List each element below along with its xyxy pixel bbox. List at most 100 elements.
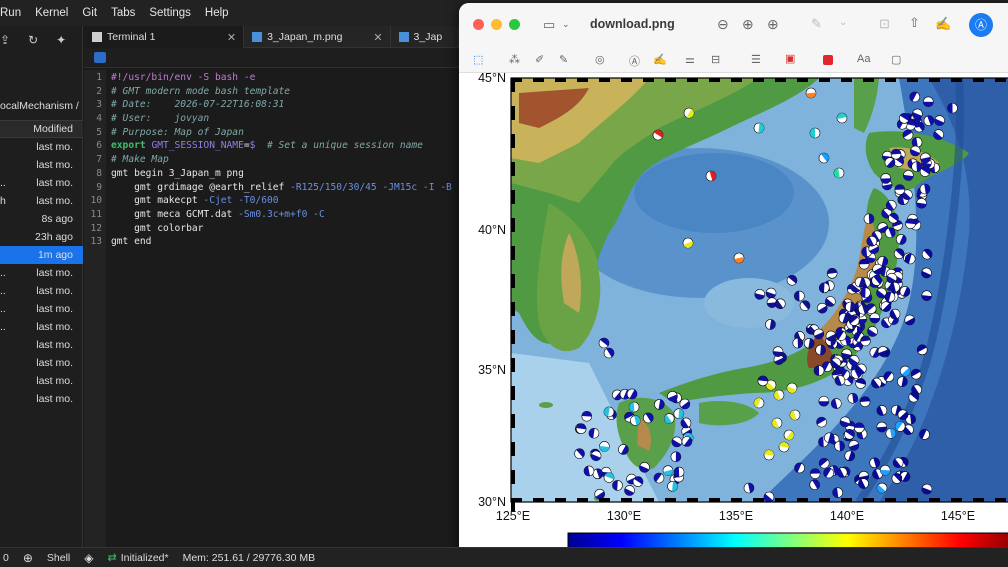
beachball-marker	[916, 344, 928, 356]
share-icon[interactable]: ⇧	[909, 15, 920, 31]
markup-pen-icon[interactable]: ✎	[811, 16, 822, 32]
beachball-marker	[763, 491, 775, 502]
instant-alpha-icon[interactable]: ⁂	[509, 53, 520, 66]
text-style-icon[interactable]: Aa	[857, 53, 870, 65]
chevron-down-icon[interactable]: ⌄	[562, 19, 570, 30]
menu-tabs[interactable]: Tabs	[111, 7, 135, 19]
code-editor[interactable]: 1 #!/usr/bin/env -S bash -e 2 # GMT modern …	[84, 72, 459, 250]
frame-tick	[599, 498, 610, 502]
file-list-item[interactable]: last mo.	[0, 354, 83, 372]
file-name: ..	[0, 267, 6, 279]
file-list-item[interactable]: last mo.	[0, 138, 83, 156]
menu-run[interactable]: Run	[0, 7, 21, 19]
line-number: 4	[96, 113, 102, 125]
globe-icon[interactable]: ⊕	[23, 551, 33, 565]
note-icon[interactable]: ▢	[891, 53, 901, 66]
frame-tick	[533, 498, 544, 502]
kernel-name[interactable]: Shell	[47, 552, 70, 564]
sketch-icon[interactable]: ✐	[535, 53, 544, 66]
shapes-icon[interactable]: ◎	[595, 53, 605, 66]
beachball-marker	[909, 91, 921, 103]
markup-toolbar: ⬚ ⁂ ✐ ✎ ◎ Ⓐ ✍ ⚌ ⊟ ☰ ▣ Aa ▢	[459, 47, 1008, 73]
file-list-item[interactable]: h last mo.	[0, 192, 83, 210]
tab-terminal[interactable]: Terminal 1 ✕	[84, 26, 245, 48]
refresh-icon[interactable]: ↻	[28, 33, 38, 47]
file-list-item[interactable]: .. last mo.	[0, 282, 83, 300]
list-icon[interactable]	[94, 52, 106, 63]
close-icon[interactable]: ✕	[227, 31, 236, 44]
maximize-window-button[interactable]	[509, 19, 520, 30]
code-line: 9 gmt grdimage @earth_relief -R125/150/3…	[84, 182, 459, 196]
beachball-marker	[592, 468, 604, 480]
frame-tick	[995, 78, 1006, 82]
shape-style-icon[interactable]: ☰	[751, 53, 761, 66]
beachball-marker	[599, 441, 610, 452]
zoom-in-icon[interactable]: ⊕	[742, 16, 754, 33]
git-clone-icon[interactable]: ✦	[56, 33, 66, 47]
close-window-button[interactable]	[473, 19, 484, 30]
tab-image[interactable]: 3_Japan_m.png ✕	[244, 26, 391, 48]
frame-tick	[577, 498, 588, 502]
border-color-icon[interactable]: ▣	[785, 52, 795, 65]
beachball-marker	[888, 212, 899, 224]
frame-tick	[511, 358, 515, 372]
terminal-count: 0	[3, 551, 9, 564]
minimize-window-button[interactable]	[491, 19, 502, 30]
beachball-marker	[858, 478, 869, 489]
crop-icon[interactable]: ⊡	[879, 16, 890, 32]
lon-label: 125°E	[496, 509, 530, 523]
beachball-marker	[757, 375, 769, 387]
file-list-item[interactable]: 8s ago	[0, 210, 83, 228]
beachball-marker	[792, 337, 804, 349]
breadcrumb[interactable]: ocalMechanism /	[0, 100, 83, 112]
menu-help[interactable]: Help	[205, 7, 229, 19]
file-list-item[interactable]: last mo.	[0, 156, 83, 174]
signature-icon[interactable]: ✍	[935, 16, 951, 32]
zoom-out-icon[interactable]: ⊖	[717, 16, 729, 33]
zoom-fit-icon[interactable]: ⊕	[767, 16, 779, 33]
beachball-marker	[830, 357, 842, 369]
beachball-marker	[908, 391, 920, 403]
code-text: # Make Map	[111, 154, 169, 166]
file-list-item[interactable]: .. last mo.	[0, 264, 83, 282]
beachball-marker	[866, 235, 878, 247]
rect-select-icon[interactable]: ⬚	[473, 53, 483, 66]
beachball-marker	[885, 200, 897, 211]
text-box-icon[interactable]: Ⓐ	[629, 53, 640, 69]
file-list-item[interactable]: .. last mo.	[0, 318, 83, 336]
adjust-color-icon[interactable]: ⚌	[685, 53, 695, 66]
code-line: 13 gmt end	[84, 236, 459, 250]
file-list-item[interactable]: last mo.	[0, 390, 83, 408]
tab-image[interactable]: 3_Jap	[391, 26, 460, 48]
file-list-item[interactable]: 1m ago	[0, 246, 83, 264]
adjust-size-icon[interactable]: ⊟	[711, 53, 720, 66]
menu-kernel[interactable]: Kernel	[35, 7, 68, 19]
beachball-marker	[867, 326, 878, 337]
sidebar-toggle-icon[interactable]: ▭	[543, 17, 555, 33]
beachball-marker	[863, 213, 875, 225]
close-icon[interactable]: ✕	[373, 31, 382, 44]
beachball-marker	[893, 248, 905, 259]
file-list-item[interactable]: .. last mo.	[0, 174, 83, 192]
lon-label: 140°E	[830, 509, 864, 523]
file-list-item[interactable]: .. last mo.	[0, 300, 83, 318]
file-list-item[interactable]: 23h ago	[0, 228, 83, 246]
beachball-marker	[836, 467, 848, 478]
draw-icon[interactable]: ✎	[559, 53, 568, 66]
beachball-marker	[765, 287, 777, 299]
file-list-item[interactable]: last mo.	[0, 336, 83, 354]
beachball-marker	[667, 481, 678, 492]
file-list-item[interactable]: last mo.	[0, 372, 83, 390]
frame-tick	[775, 498, 786, 502]
menu-git[interactable]: Git	[82, 7, 97, 19]
upload-icon[interactable]: ⇪	[0, 33, 10, 47]
chevron-down-icon[interactable]: ⌄	[839, 17, 847, 28]
git-icon[interactable]: ◈	[84, 551, 93, 565]
markup-toolbar-icon[interactable]: Ⓐ	[969, 13, 993, 37]
sign-icon[interactable]: ✍	[653, 53, 667, 66]
frame-tick	[687, 78, 698, 82]
fill-color-icon[interactable]	[823, 55, 833, 65]
menu-settings[interactable]: Settings	[149, 7, 191, 19]
column-header-modified[interactable]: Modified	[0, 120, 83, 138]
beachball-marker	[583, 465, 595, 477]
